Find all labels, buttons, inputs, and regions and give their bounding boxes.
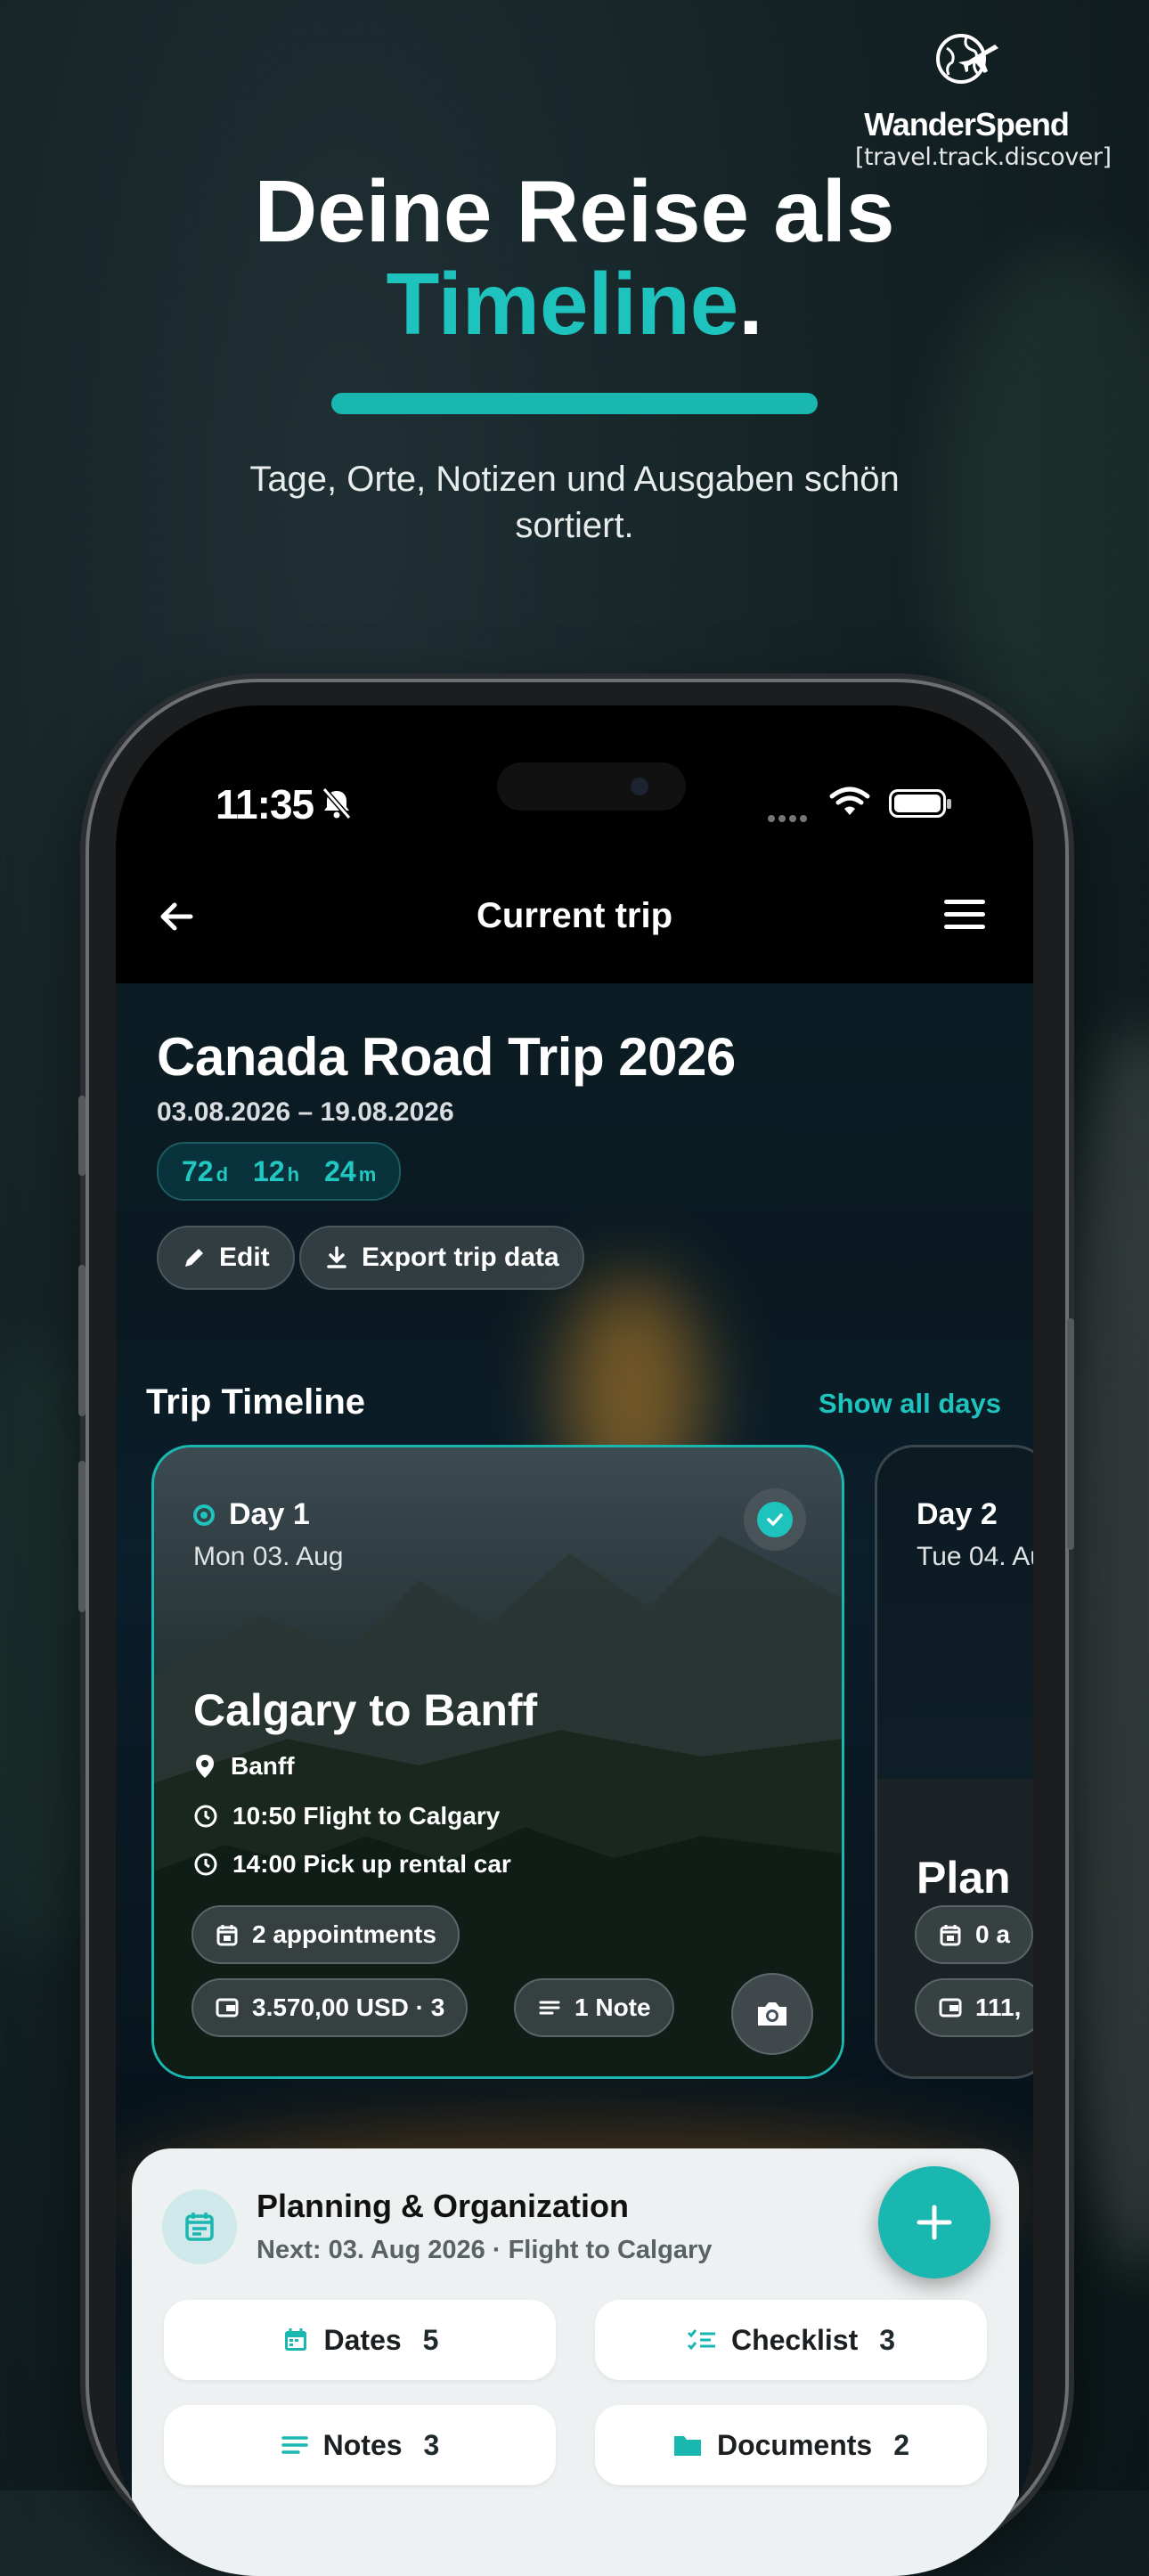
- dates-button[interactable]: Dates 5: [164, 2300, 556, 2380]
- day-complete-check-icon[interactable]: [744, 1488, 806, 1551]
- globe-plane-icon: [936, 34, 998, 84]
- countdown-minutes: 24 m: [324, 1154, 377, 1187]
- battery-icon: [889, 789, 951, 818]
- dynamic-island: [497, 762, 686, 811]
- notes-button[interactable]: Notes 3: [164, 2405, 556, 2485]
- phone-side-button: [1067, 1318, 1074, 1550]
- export-trip-data-button[interactable]: Export trip data: [299, 1226, 584, 1290]
- pencil-icon: [185, 1249, 203, 1267]
- day-date: Mon 03. Aug: [193, 1542, 344, 1571]
- folder-icon: [673, 2436, 701, 2456]
- planning-calendar-icon: [162, 2189, 237, 2264]
- notes-chip[interactable]: 1 Note: [514, 1978, 674, 2037]
- trip-title: Canada Road Trip 2026: [157, 1027, 736, 1087]
- expenses-chip[interactable]: 111,: [915, 1978, 1033, 2037]
- phone-side-button: [78, 1265, 86, 1416]
- planning-title: Planning & Organization: [257, 2188, 630, 2224]
- phone-screen: 11:35 Current trip Canada Road Trip 2026…: [116, 705, 1033, 2576]
- checklist-button[interactable]: Checklist 3: [595, 2300, 987, 2380]
- day-card-1[interactable]: Day 1 Mon 03. Aug Calgary to Banff Banff…: [151, 1445, 844, 2079]
- trip-countdown: 72 d 12 h 24 m: [157, 1142, 402, 1201]
- wallet-icon: [216, 1998, 239, 2018]
- notes-icon: [539, 2001, 560, 2015]
- current-day-indicator-icon: [193, 1504, 215, 1526]
- clock-icon: [194, 1805, 217, 1828]
- hero-title-accent: Timeline: [386, 255, 739, 353]
- day-label: Day 2: [917, 1497, 998, 1531]
- camera-icon: [758, 2002, 786, 2026]
- page-title: Current trip: [477, 896, 672, 935]
- day-date: Tue 04. Aug: [917, 1542, 1033, 1571]
- appointments-chip[interactable]: 2 appointments: [192, 1905, 460, 1964]
- cellular-signal-icon: [768, 811, 811, 827]
- day-label: Day 1: [193, 1497, 310, 1532]
- day-location: Banff: [193, 1752, 295, 1781]
- hero-title-line1: Deine Reise als: [254, 162, 895, 260]
- event-item: 10:50 Flight to Calgary: [193, 1802, 500, 1830]
- day-title: Plan: [917, 1853, 1011, 1903]
- calendar-icon: [216, 1925, 238, 1946]
- phone-side-button: [78, 1461, 86, 1612]
- planning-panel: Planning & Organization Next: 03. Aug 20…: [132, 2148, 1019, 2576]
- checklist-icon: [687, 2329, 715, 2351]
- hamburger-menu-icon[interactable]: [944, 900, 985, 930]
- day-card-2[interactable]: Day 2 Tue 04. Aug Plan 0 a 111,: [875, 1445, 1033, 2079]
- appointments-chip[interactable]: 0 a: [915, 1905, 1033, 1964]
- show-all-days-link[interactable]: Show all days: [819, 1388, 1001, 1420]
- expenses-chip[interactable]: 3.570,00 USD · 3: [192, 1978, 469, 2037]
- calendar-icon: [284, 2328, 306, 2351]
- add-button[interactable]: [878, 2166, 990, 2278]
- hero-underline: [331, 393, 818, 414]
- hero-subtitle: Tage, Orte, Notizen und Ausgaben schön s…: [249, 460, 900, 545]
- brand-name: WanderSpend: [864, 106, 1070, 143]
- add-photo-button[interactable]: [731, 1973, 813, 2055]
- trip-dates: 03.08.2026 – 19.08.2026: [157, 1097, 454, 1127]
- timeline-heading: Trip Timeline: [146, 1382, 365, 1422]
- event-item: 14:00 Pick up rental car: [193, 1850, 511, 1879]
- download-icon: [327, 1246, 346, 1268]
- wifi-icon: [829, 787, 870, 815]
- planning-next-item: Next: 03. Aug 2026 · Flight to Calgary: [257, 2236, 713, 2264]
- clock-icon: [194, 1853, 217, 1876]
- phone-side-button: [78, 1096, 86, 1176]
- notes-icon: [281, 2436, 308, 2454]
- plus-icon: [917, 2205, 952, 2240]
- wallet-icon: [939, 1998, 962, 2018]
- countdown-days: 72 d: [182, 1154, 229, 1187]
- bell-slash-icon: [322, 787, 352, 819]
- status-time: 11:35: [216, 781, 314, 827]
- top-navigation-bar: Current trip: [116, 864, 1033, 971]
- brand-logo: WanderSpend [travel.track.discover]: [855, 25, 1112, 171]
- hero-title: Deine Reise als Timeline.: [0, 165, 1149, 350]
- calendar-icon: [940, 1925, 961, 1946]
- location-pin-icon: [196, 1755, 214, 1778]
- documents-button[interactable]: Documents 2: [595, 2405, 987, 2485]
- edit-trip-button[interactable]: Edit: [157, 1226, 295, 1290]
- day-title: Calgary to Banff: [193, 1685, 538, 1735]
- countdown-hours: 12 h: [253, 1154, 300, 1187]
- hero-title-period: .: [738, 255, 763, 353]
